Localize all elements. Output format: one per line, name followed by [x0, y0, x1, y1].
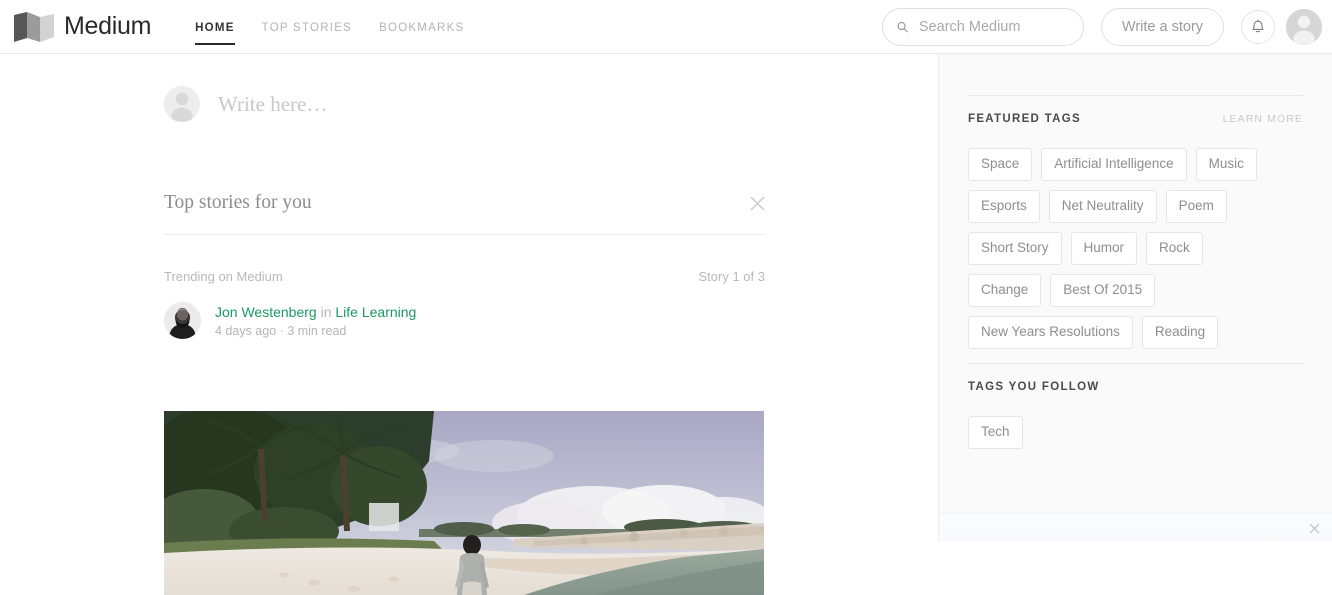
main-content: Top stories for you Trending on Medium S…	[0, 54, 938, 541]
tag-pill[interactable]: Tech	[968, 416, 1023, 449]
author-link[interactable]: Jon Westenberg	[215, 304, 317, 320]
featured-tags-title: FEATURED TAGS	[968, 113, 1081, 125]
tag-pill[interactable]: Net Neutrality	[1049, 190, 1157, 223]
main-nav: HOME TOP STORIES BOOKMARKS	[195, 0, 491, 54]
publication-link[interactable]: Life Learning	[335, 304, 416, 320]
section-title: Top stories for you	[164, 192, 312, 214]
top-stories-section-header: Top stories for you	[164, 192, 765, 235]
tag-pill[interactable]: Best Of 2015	[1050, 274, 1155, 307]
tag-pill[interactable]: Change	[968, 274, 1041, 307]
read-time: 3 min read	[287, 324, 346, 338]
byline-line-author: Jon Westenberg in Life Learning	[215, 303, 416, 321]
story-byline: Jon Westenberg in Life Learning 4 days a…	[164, 302, 416, 339]
dismiss-section-close-icon[interactable]	[750, 196, 765, 211]
notification-bell-icon	[1250, 19, 1266, 36]
tag-pill[interactable]: Poem	[1166, 190, 1227, 223]
composer-input[interactable]	[218, 92, 598, 117]
author-photo-icon	[164, 302, 201, 339]
tag-pill[interactable]: Music	[1196, 148, 1257, 181]
tags-you-follow-title: TAGS YOU FOLLOW	[968, 381, 1100, 393]
tag-pill[interactable]: Rock	[1146, 232, 1203, 265]
right-sidebar: FEATURED TAGS LEARN MORE Space Artificia…	[938, 54, 1332, 541]
sidebar-divider-top	[968, 95, 1303, 96]
tag-pill[interactable]: Humor	[1071, 232, 1138, 265]
header-actions: Write a story	[882, 0, 1322, 54]
user-avatar-icon	[164, 86, 200, 122]
tags-you-follow-header: TAGS YOU FOLLOW	[939, 381, 1332, 393]
byline-text: Jon Westenberg in Life Learning 4 days a…	[215, 303, 416, 338]
trending-label: Trending on Medium	[164, 269, 283, 284]
tag-pill[interactable]: New Years Resolutions	[968, 316, 1133, 349]
write-a-story-button[interactable]: Write a story	[1101, 8, 1224, 46]
nav-item-bookmarks[interactable]: BOOKMARKS	[379, 0, 464, 54]
bottom-notice-panel	[940, 513, 1332, 541]
story-counter: Story 1 of 3	[699, 269, 765, 284]
tags-you-follow-section: TAGS YOU FOLLOW Tech	[939, 363, 1332, 449]
tag-pill[interactable]: Artificial Intelligence	[1041, 148, 1186, 181]
tag-pill[interactable]: Space	[968, 148, 1032, 181]
featured-tags-header: FEATURED TAGS LEARN MORE	[939, 113, 1332, 125]
byline-line-meta: 4 days ago · 3 min read	[215, 324, 416, 338]
composer-avatar	[164, 86, 200, 122]
search-box[interactable]	[882, 8, 1084, 46]
story-meta-row: Trending on Medium Story 1 of 3	[164, 269, 765, 284]
nav-label-home: HOME	[195, 22, 235, 34]
brand-home-link[interactable]: Medium	[14, 12, 151, 42]
bottom-panel-close-icon[interactable]	[1309, 523, 1320, 534]
learn-more-link[interactable]: LEARN MORE	[1223, 113, 1303, 125]
notifications-button[interactable]	[1241, 10, 1275, 44]
beach-photo-icon	[164, 411, 764, 595]
followed-tags-list: Tech	[939, 416, 1311, 449]
brand-name: Medium	[64, 12, 151, 41]
author-avatar[interactable]	[164, 302, 201, 339]
top-header: Medium HOME TOP STORIES BOOKMARKS Write …	[0, 0, 1332, 54]
nav-item-top-stories[interactable]: TOP STORIES	[262, 0, 352, 54]
meta-separator: ·	[280, 324, 284, 338]
tag-pill[interactable]: Short Story	[968, 232, 1062, 265]
story-hero-image[interactable]	[164, 411, 764, 595]
sidebar-divider-middle	[968, 363, 1304, 364]
story-composer[interactable]	[164, 86, 598, 122]
post-date: 4 days ago	[215, 324, 276, 338]
tag-pill[interactable]: Reading	[1142, 316, 1218, 349]
nav-label-bookmarks: BOOKMARKS	[379, 22, 464, 34]
nav-item-home[interactable]: HOME	[195, 0, 235, 54]
search-icon	[897, 19, 908, 35]
medium-logo-icon	[14, 12, 54, 42]
tag-pill[interactable]: Esports	[968, 190, 1040, 223]
user-avatar-button[interactable]	[1286, 9, 1322, 45]
user-avatar-icon	[1286, 9, 1322, 45]
nav-label-top-stories: TOP STORIES	[262, 22, 352, 34]
search-input[interactable]	[919, 19, 1069, 35]
byline-in-word: in	[321, 304, 332, 320]
featured-tags-list: Space Artificial Intelligence Music Espo…	[939, 148, 1311, 349]
